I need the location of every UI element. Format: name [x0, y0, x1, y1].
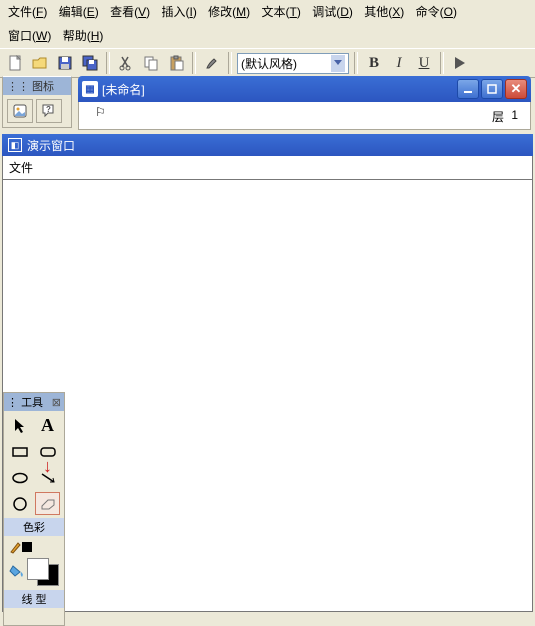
toolbar-separator	[440, 52, 444, 74]
underline-button[interactable]: U	[413, 55, 435, 72]
layer-label: 层	[492, 108, 504, 125]
demo-menubar: 文件	[2, 156, 533, 180]
toolbar-separator	[106, 52, 110, 74]
toolbar-separator	[228, 52, 232, 74]
demo-canvas[interactable]	[2, 180, 533, 612]
toolbar-separator	[192, 52, 196, 74]
menu-help[interactable]: 帮助(H)	[59, 26, 108, 46]
menu-edit[interactable]: 编辑(E)	[55, 2, 103, 22]
demo-icon: ◧	[8, 138, 22, 152]
maximize-button[interactable]	[481, 79, 503, 99]
color-swatches[interactable]	[27, 558, 59, 586]
save-icon[interactable]	[54, 52, 76, 74]
icon-tool-help[interactable]: ?	[36, 99, 62, 123]
main-toolbar: (默认风格) B I U	[0, 48, 535, 78]
menu-view[interactable]: 查看(V)	[106, 2, 154, 22]
layer-number: 1	[511, 108, 518, 122]
icons-panel: ⋮⋮ 图标 ?	[2, 76, 72, 128]
icon-tool-1[interactable]	[7, 99, 33, 123]
cut-icon[interactable]	[115, 52, 137, 74]
menu-text[interactable]: 文本(T)	[258, 2, 305, 22]
menu-file[interactable]: 文件(F)	[4, 2, 51, 22]
line-type-body[interactable]	[7, 610, 61, 622]
tool-text[interactable]: A	[35, 414, 60, 437]
child-body: ⚐ 层 1	[78, 102, 531, 130]
menu-insert[interactable]: 插入(I)	[157, 2, 200, 22]
foreground-swatch[interactable]	[27, 558, 49, 580]
copy-icon[interactable]	[140, 52, 162, 74]
toolbar-separator	[354, 52, 358, 74]
tool-rectangle[interactable]	[7, 440, 32, 463]
color-section-title: 色彩	[4, 518, 64, 536]
demo-menu-file[interactable]: 文件	[9, 159, 33, 176]
italic-button[interactable]: I	[388, 55, 410, 72]
style-combo[interactable]: (默认风格)	[237, 53, 349, 74]
tool-line-arrow[interactable]: ↓	[35, 466, 60, 489]
demo-title-text: 演示窗口	[27, 137, 75, 154]
demo-titlebar[interactable]: ◧ 演示窗口	[2, 134, 533, 156]
bucket-icon[interactable]	[9, 564, 25, 581]
minimize-button[interactable]	[457, 79, 479, 99]
chevron-down-icon	[331, 55, 345, 72]
svg-text:?: ?	[46, 105, 51, 114]
paste-icon[interactable]	[165, 52, 187, 74]
open-file-icon[interactable]	[29, 52, 51, 74]
child-title-text: [未命名]	[102, 81, 145, 98]
menu-window[interactable]: 窗口(W)	[4, 26, 55, 46]
menubar-row1: 文件(F) 编辑(E) 查看(V) 插入(I) 修改(M) 文本(T) 调试(D…	[0, 0, 535, 24]
tools-palette-title[interactable]: ⋮ 工具 ⊠	[4, 393, 64, 411]
menu-other[interactable]: 其他(X)	[360, 2, 408, 22]
grip-icon: ⋮⋮	[7, 80, 29, 93]
close-button[interactable]: ✕	[505, 79, 527, 99]
bold-button[interactable]: B	[363, 55, 385, 72]
child-window: ▦ [未命名] ✕ ⚐ 层 1	[78, 76, 531, 130]
style-combo-text: (默认风格)	[241, 55, 297, 72]
tool-circle[interactable]	[7, 492, 32, 515]
menu-debug[interactable]: 调试(D)	[308, 2, 357, 22]
tool-rounded-rect[interactable]	[35, 440, 60, 463]
new-file-icon[interactable]	[4, 52, 26, 74]
play-icon[interactable]	[449, 52, 471, 74]
document-icon: ▦	[82, 81, 98, 97]
flag-icon: ⚐	[95, 105, 106, 119]
pencil-color-icon[interactable]: A	[9, 540, 32, 554]
brush-icon[interactable]	[201, 52, 223, 74]
tool-eraser[interactable]	[35, 492, 60, 515]
demo-window: ◧ 演示窗口 文件	[2, 134, 533, 612]
grip-icon: ⋮	[7, 397, 18, 409]
palette-close-icon[interactable]: ⊠	[52, 396, 61, 409]
menu-command[interactable]: 命令(O)	[412, 2, 461, 22]
menubar-row2: 窗口(W) 帮助(H)	[0, 24, 535, 48]
line-section-title: 线 型	[4, 590, 64, 608]
tool-pointer[interactable]	[7, 414, 32, 437]
icons-panel-title[interactable]: ⋮⋮ 图标	[3, 77, 71, 95]
tools-palette: ⋮ 工具 ⊠ A ↓ 色彩 A	[3, 392, 65, 626]
save-all-icon[interactable]	[79, 52, 101, 74]
tool-ellipse[interactable]	[7, 466, 32, 489]
child-titlebar[interactable]: ▦ [未命名] ✕	[78, 76, 531, 102]
menu-modify[interactable]: 修改(M)	[204, 2, 254, 22]
